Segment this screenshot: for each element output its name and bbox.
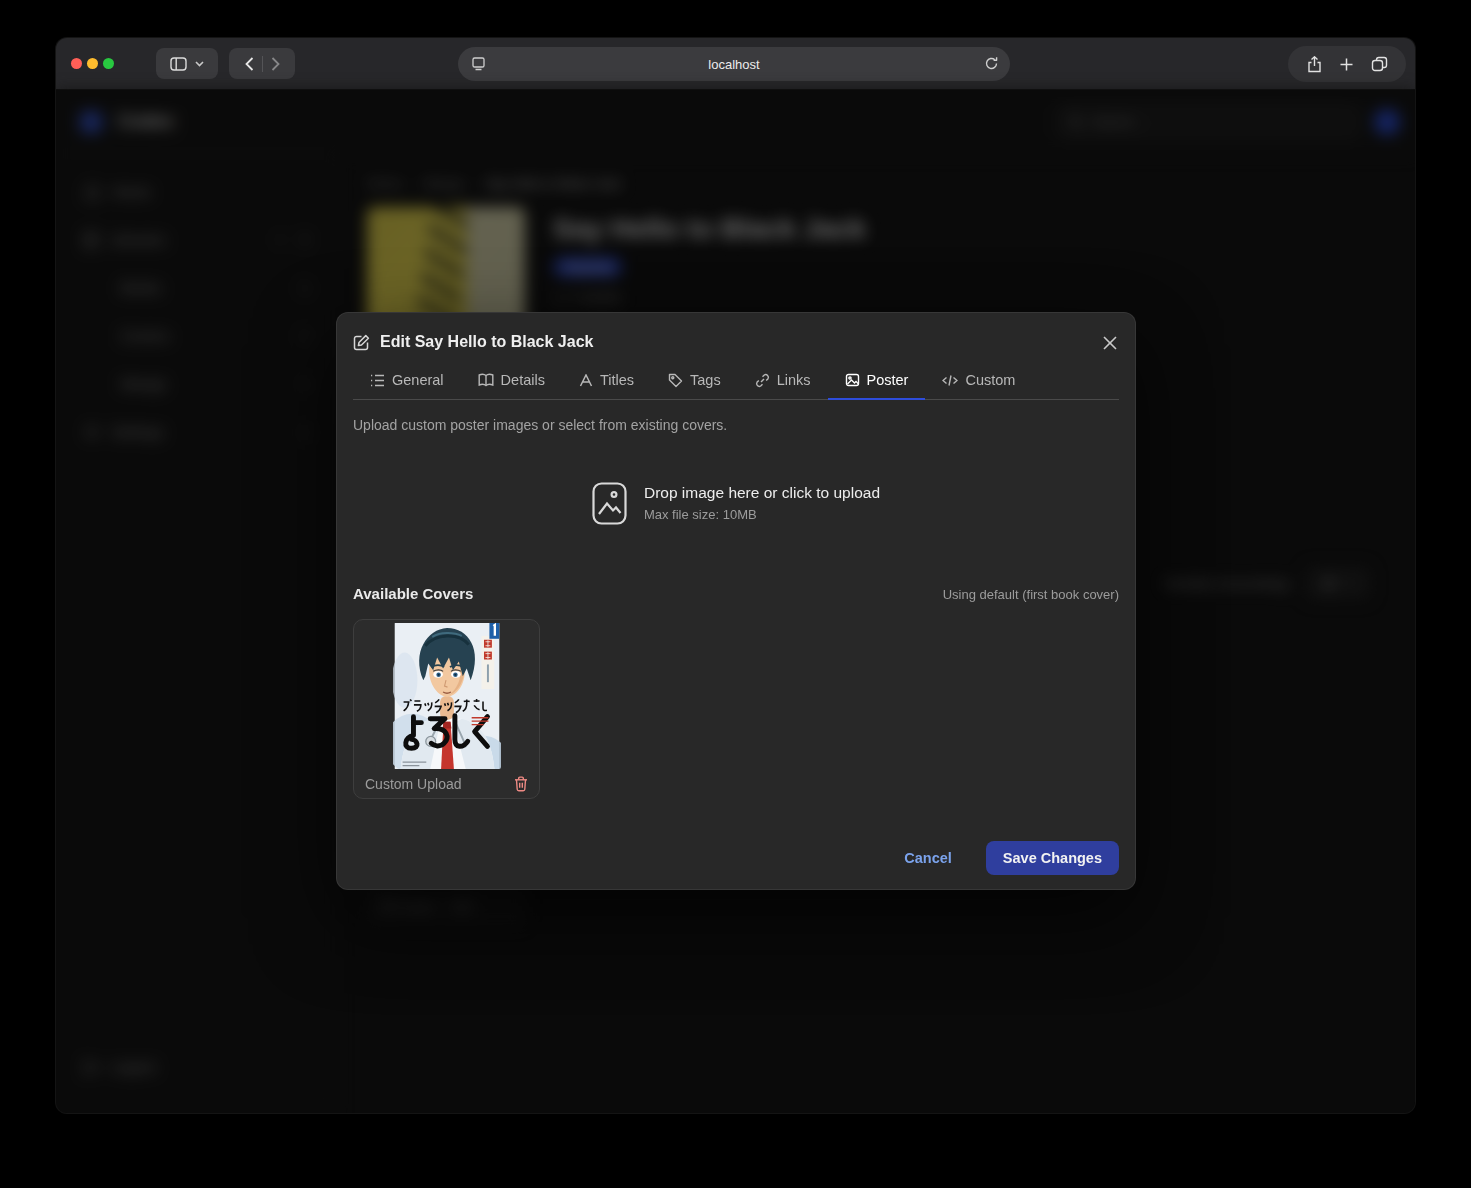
nav-divider: [262, 56, 263, 72]
browser-chrome: localhost: [56, 38, 1415, 90]
tab-titles[interactable]: Titles: [562, 372, 651, 399]
tag-icon: [668, 373, 683, 388]
browser-sidebar-toggle[interactable]: [156, 48, 218, 79]
close-icon[interactable]: [1102, 335, 1118, 351]
trash-icon[interactable]: [514, 776, 528, 792]
tab-details[interactable]: Details: [461, 372, 562, 399]
new-tab-icon[interactable]: [1339, 57, 1354, 72]
image-icon: [845, 373, 860, 387]
save-changes-button[interactable]: Save Changes: [986, 841, 1119, 875]
browser-actions: [1288, 46, 1406, 82]
minimize-window-button[interactable]: [87, 58, 98, 69]
dropzone-text: Drop image here or click to upload: [644, 484, 880, 502]
modal-description: Upload custom poster images or select fr…: [353, 417, 1119, 433]
dropzone-hint: Max file size: 10MB: [644, 507, 880, 522]
page-settings-icon[interactable]: [471, 56, 486, 71]
tab-poster[interactable]: Poster: [828, 372, 926, 399]
browser-nav-buttons: [229, 48, 295, 79]
browser-window: localhost Codex: [56, 38, 1415, 1113]
share-icon[interactable]: [1307, 56, 1322, 73]
url-text: localhost: [708, 57, 759, 72]
edit-series-modal: Edit Say Hello to Black Jack General Det…: [336, 312, 1136, 890]
upload-dropzone[interactable]: Drop image here or click to upload Max f…: [353, 447, 1119, 559]
forward-button[interactable]: [271, 57, 280, 71]
code-icon: [942, 374, 958, 387]
tab-general[interactable]: General: [353, 372, 461, 399]
type-icon: [579, 374, 593, 387]
modal-title: Edit Say Hello to Black Jack: [380, 333, 593, 351]
cancel-button[interactable]: Cancel: [904, 850, 952, 866]
close-window-button[interactable]: [71, 58, 82, 69]
modal-tabs: General Details Titles Tags: [353, 372, 1119, 400]
list-icon: [370, 374, 385, 387]
zoom-window-button[interactable]: [103, 58, 114, 69]
cover-status: Using default (first book cover): [943, 587, 1119, 602]
tab-overview-icon[interactable]: [1371, 56, 1388, 72]
chevron-down-icon: [195, 61, 204, 67]
traffic-lights: [71, 58, 114, 69]
book-open-icon: [478, 373, 494, 387]
page-viewport: Codex Search... Home: [56, 90, 1415, 1113]
image-upload-icon: [592, 482, 627, 525]
cover-card[interactable]: Custom Upload: [353, 619, 540, 799]
edit-icon: [353, 334, 370, 351]
tab-links[interactable]: Links: [738, 372, 828, 399]
address-bar[interactable]: localhost: [458, 47, 1010, 81]
back-button[interactable]: [245, 57, 254, 71]
tab-tags[interactable]: Tags: [651, 372, 738, 399]
cover-label: Custom Upload: [365, 776, 462, 792]
reload-icon[interactable]: [984, 56, 999, 71]
sidebar-panel-icon: [170, 57, 187, 71]
available-covers-heading: Available Covers: [353, 585, 473, 602]
tab-custom[interactable]: Custom: [925, 372, 1032, 399]
cover-image[interactable]: [393, 623, 501, 769]
link-icon: [755, 373, 770, 388]
